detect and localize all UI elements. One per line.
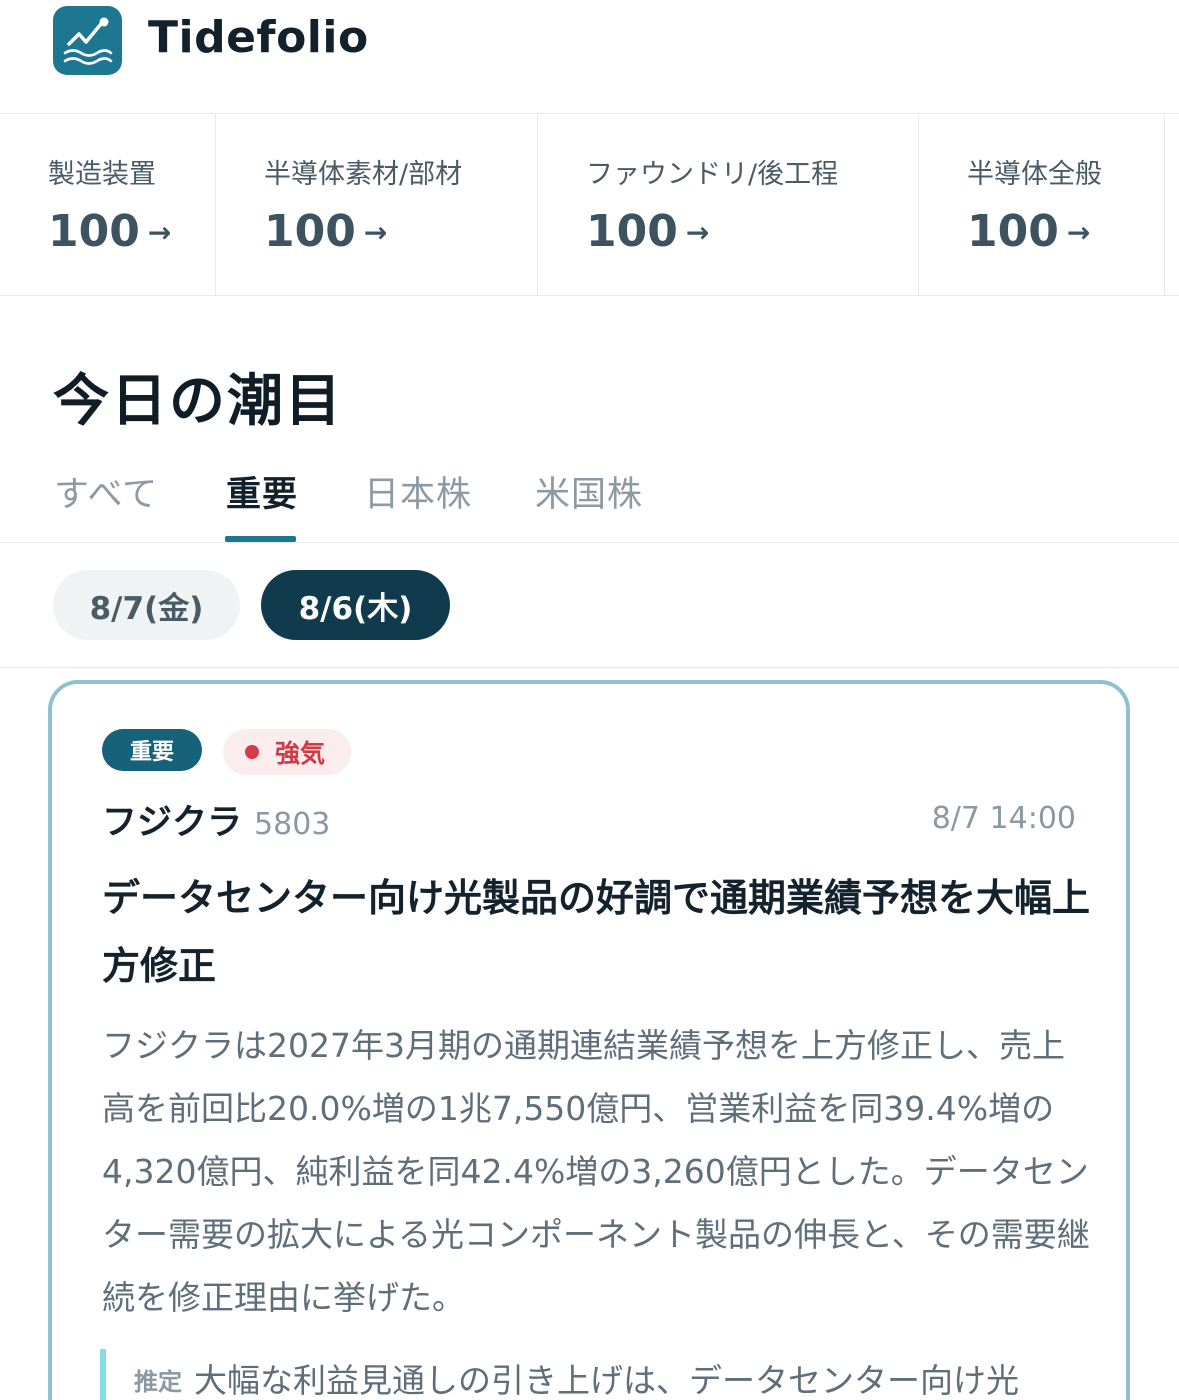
news-timestamp: 8/7 14:00 [931,801,1076,836]
sector-card-foundry[interactable]: ファウンドリ/後工程 100 → [538,114,919,295]
tab-important[interactable]: 重要 [226,466,298,517]
date-pill-aug6[interactable]: 8/6(木) [261,570,450,640]
sector-name: 製造装置 [48,159,156,190]
news-body: フジクラは2027年3月期の通期連結業績予想を上方修正し、売上高を前回比20.0… [102,1026,1090,1317]
sector-name: ファウンドリ/後工程 [586,159,839,190]
arrow-right-icon: → [1066,216,1091,249]
filter-tabs: すべて 重要 日本株 米国株 [0,456,1179,543]
app-header: Tidefolio [0,0,1179,114]
sector-card-materials[interactable]: 半導体素材/部材 100 → [216,114,538,295]
sector-card-semiconductor-general[interactable]: 半導体全般 100 → [919,114,1165,295]
sector-value: 100 → [48,206,172,257]
arrow-right-icon: → [147,216,172,249]
estimate-block: 推定 大幅な利益見通しの引き上げは、データセンター向け光 [100,1349,1090,1400]
tab-us-stocks[interactable]: 米国株 [535,466,643,517]
bullish-dot-icon [245,745,259,759]
date-pill-aug7[interactable]: 8/7(金) [53,570,240,640]
sector-value: 100 → [967,206,1091,257]
estimate-label: 推定 [134,1368,182,1396]
tab-all[interactable]: すべて [54,466,158,517]
sector-value: 100 → [264,206,388,257]
sector-name: 半導体素材/部材 [264,159,463,190]
app-title: Tidefolio [148,12,369,63]
arrow-right-icon: → [363,216,388,249]
trend-line-wave-icon [63,17,113,65]
sector-value: 100 → [586,206,710,257]
section-title: 今日の潮目 [53,369,343,434]
sentiment-label: 強気 [275,739,326,768]
estimate-text: 大幅な利益見通しの引き上げは、データセンター向け光 [194,1361,1019,1400]
sector-name: 半導体全般 [967,159,1102,190]
important-badge: 重要 [102,729,202,771]
app-logo-icon[interactable] [53,6,122,75]
sentiment-badge: 強気 [223,729,351,775]
arrow-right-icon: → [685,216,710,249]
company-name: フジクラ 5803 [102,803,331,843]
sector-index-strip: 製造装置 100 → 半導体素材/部材 100 → ファウンドリ/後工程 100 → … [0,114,1179,296]
active-tab-indicator [225,536,296,542]
sector-card-equipment[interactable]: 製造装置 100 → [0,114,216,295]
tab-japan-stocks[interactable]: 日本株 [364,466,472,517]
news-card[interactable]: 重要 強気 フジクラ 5803 8/7 14:00 データセンター向け光製品の好調… [48,680,1130,1400]
date-selector: 8/7(金) 8/6(木) [0,543,1179,668]
ticker-code: 5803 [254,807,331,842]
news-headline: データセンター向け光製品の好調で通期業績予想を大幅上方修正 [102,876,1091,988]
